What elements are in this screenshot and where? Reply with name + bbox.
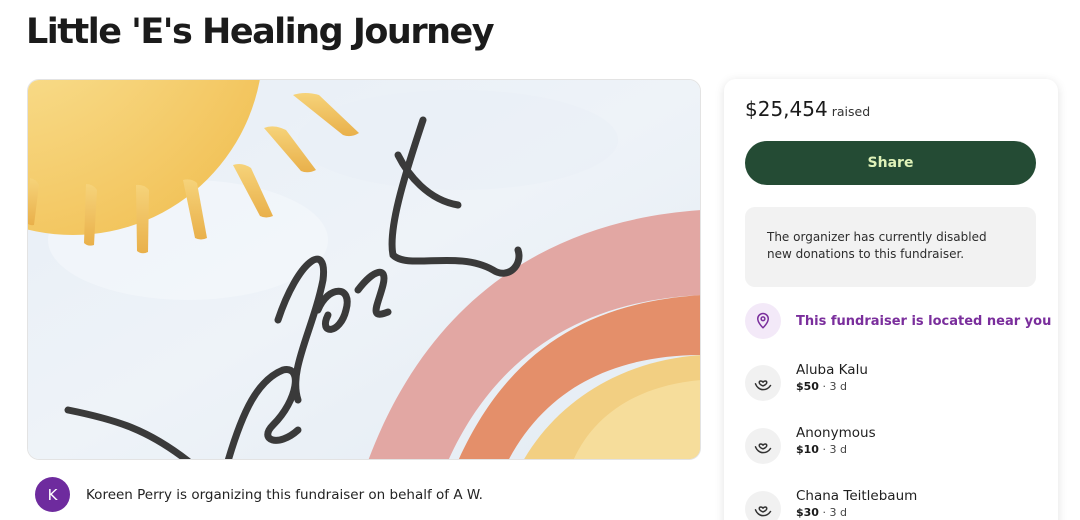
raised-label: raised [831,104,871,119]
donor-name: Anonymous [796,425,876,441]
location-row[interactable]: This fundraiser is located near you [745,303,1051,339]
donation-sidebar: $25,454 raised Share The organizer has c… [724,79,1058,520]
heart-hand-icon [745,365,781,401]
donation-amount: $30 [796,506,819,519]
donations-disabled-notice: The organizer has currently disabled new… [745,207,1036,287]
raised-amount: $25,454 [745,97,828,121]
donation-item: Anonymous $10 · 3 d [745,424,876,464]
amount-raised: $25,454 raised [745,97,870,121]
donation-time: · 3 d [822,380,847,393]
page-title: Little 'E's Healing Journey [26,12,495,52]
location-pin-icon [745,303,781,339]
donation-amount: $50 [796,380,819,393]
fundraiser-hero-image[interactable] [27,79,701,460]
donation-meta: $50 · 3 d [796,379,868,395]
donation-meta: $10 · 3 d [796,442,876,458]
share-button[interactable]: Share [745,141,1036,185]
donor-name: Chana Teitlebaum [796,488,918,504]
donation-meta: $30 · 3 d [796,505,917,520]
location-text: This fundraiser is located near you [796,313,1052,329]
donation-amount: $10 [796,443,819,456]
heart-hand-icon [745,491,781,520]
donation-time: · 3 d [822,443,847,456]
donation-item: Aluba Kalu $50 · 3 d [745,361,868,401]
donor-name: Aluba Kalu [796,362,868,378]
donation-item: Chana Teitlebaum $30 · 3 d [745,487,917,520]
donation-time: · 3 d [822,506,847,519]
organizer-avatar[interactable]: K [35,477,70,512]
organizer-text: Koreen Perry is organizing this fundrais… [86,486,483,503]
watercolor-artwork [28,80,700,459]
heart-hand-icon [745,428,781,464]
organizer-info: K Koreen Perry is organizing this fundra… [35,477,483,512]
